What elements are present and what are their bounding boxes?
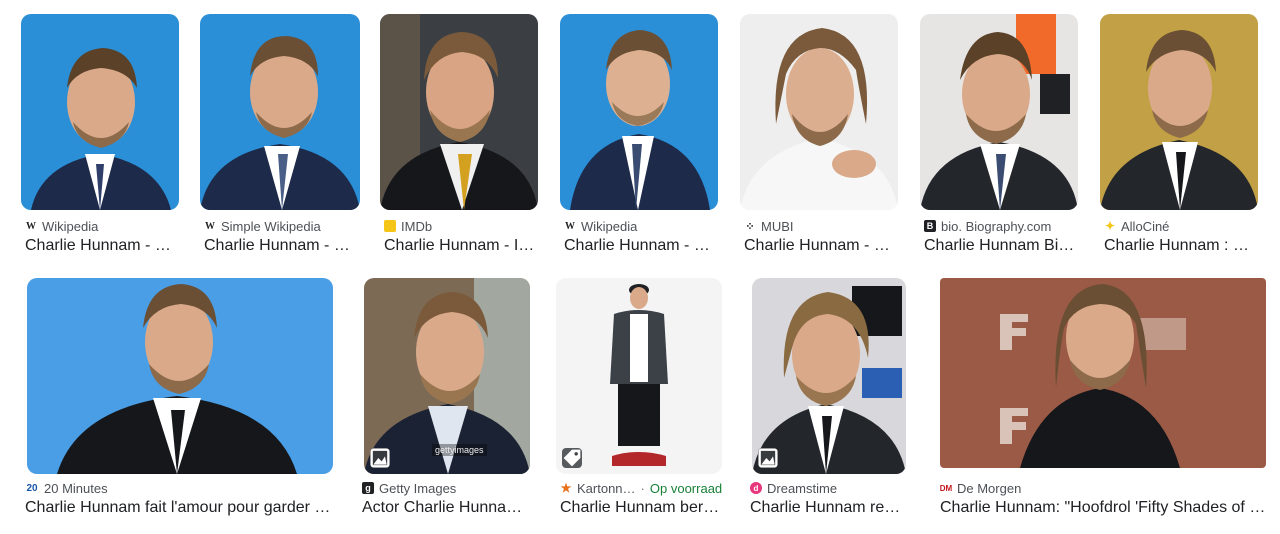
result-title[interactable]: Charlie Hunnam: "Hoofdrol 'Fifty Shades …: [940, 499, 1266, 517]
result-title[interactable]: Charlie Hunnam - I…: [384, 237, 538, 255]
result-source[interactable]: B bio. Biography.com: [924, 218, 1051, 234]
separator: ·: [640, 480, 645, 496]
result-source[interactable]: ★ Kartonn… · Op voorraad: [560, 480, 723, 496]
image-result-card[interactable]: ✦ AlloCiné Charlie Hunnam : S…: [1100, 14, 1260, 259]
stock-status: Op voorraad: [649, 480, 723, 496]
result-thumbnail[interactable]: [920, 14, 1078, 210]
source-name: bio. Biography.com: [941, 218, 1052, 234]
image-result-card[interactable]: d Dreamstime Charlie Hunnam reda…: [746, 278, 912, 523]
image-result-card[interactable]: IMDb Charlie Hunnam - I…: [380, 14, 540, 259]
source-name: Kartonn…: [577, 480, 636, 496]
imdb-icon: [384, 220, 396, 232]
result-title[interactable]: Charlie Hunnam bero…: [560, 499, 722, 517]
result-title[interactable]: Actor Charlie Hunnam…: [362, 499, 532, 517]
source-name: Simple Wikipedia: [221, 218, 321, 234]
mubi-icon: ⁘: [745, 220, 755, 233]
person-photo: [1100, 14, 1258, 210]
wikipedia-icon: W: [26, 220, 36, 232]
source-name: Dreamstime: [767, 480, 838, 496]
image-icon: [758, 448, 778, 468]
result-thumbnail[interactable]: [21, 14, 179, 210]
result-source[interactable]: W Wikipedia: [564, 218, 637, 234]
image-result-card[interactable]: W Simple Wikipedia Charlie Hunnam - Si…: [200, 14, 362, 259]
kartonnen-icon: ★: [560, 481, 572, 495]
result-source[interactable]: 20 20 Minutes: [25, 480, 108, 496]
result-source[interactable]: IMDb: [384, 218, 432, 234]
result-thumbnail[interactable]: [940, 278, 1266, 468]
result-source[interactable]: W Simple Wikipedia: [204, 218, 321, 234]
result-title[interactable]: Charlie Hunnam - W…: [564, 237, 718, 255]
source-name: Getty Images: [379, 480, 457, 496]
image-result-card[interactable]: 20 20 Minutes Charlie Hunnam fait l'amou…: [21, 278, 337, 523]
biography-icon: B: [924, 220, 936, 232]
getty-watermark: gettyimages: [432, 444, 487, 456]
person-photo: [200, 14, 360, 210]
product-photo: [556, 278, 722, 474]
result-source[interactable]: g Getty Images: [362, 480, 456, 496]
source-name: MUBI: [761, 218, 794, 234]
result-source[interactable]: DM De Morgen: [939, 480, 1022, 496]
source-name: Wikipedia: [42, 218, 99, 234]
source-name: Wikipedia: [581, 218, 638, 234]
wikipedia-icon: W: [205, 220, 215, 232]
result-source[interactable]: ⁘ MUBI: [744, 218, 794, 234]
image-result-card[interactable]: W Wikipedia Charlie Hunnam - W…: [21, 14, 181, 259]
tag-icon: [562, 448, 582, 468]
result-thumbnail[interactable]: [1100, 14, 1258, 210]
result-thumbnail[interactable]: [740, 14, 898, 210]
image-result-card[interactable]: W Wikipedia Charlie Hunnam - W…: [560, 14, 720, 259]
wikipedia-icon: W: [565, 220, 575, 232]
person-photo: [940, 278, 1266, 468]
source-name: IMDb: [401, 218, 433, 234]
result-thumbnail[interactable]: [27, 278, 333, 474]
result-title[interactable]: Charlie Hunnam - Si…: [204, 237, 360, 255]
result-source[interactable]: W Wikipedia: [25, 218, 98, 234]
person-photo: [920, 14, 1078, 210]
image-result-card[interactable]: ★ Kartonn… · Op voorraad Charlie Hunnam …: [556, 278, 726, 523]
person-photo: [27, 278, 333, 474]
image-result-card[interactable]: DM De Morgen Charlie Hunnam: "Hoofdrol '…: [936, 278, 1270, 523]
result-thumbnail[interactable]: gettyimages: [364, 278, 530, 474]
source-name: AlloCiné: [1121, 218, 1170, 234]
demorgen-icon: DM: [939, 483, 953, 493]
result-source[interactable]: d Dreamstime: [750, 480, 837, 496]
person-photo: [21, 14, 179, 210]
result-title[interactable]: Charlie Hunnam fait l'amour pour garder …: [25, 499, 333, 517]
result-title[interactable]: Charlie Hunnam : S…: [1104, 237, 1258, 255]
result-title[interactable]: Charlie Hunnam reda…: [750, 499, 908, 517]
person-photo: [740, 14, 898, 210]
result-thumbnail[interactable]: [560, 14, 718, 210]
result-thumbnail[interactable]: [380, 14, 538, 210]
result-thumbnail[interactable]: [752, 278, 906, 474]
result-thumbnail[interactable]: [200, 14, 360, 210]
source-name: 20 Minutes: [44, 480, 108, 496]
person-photo: [752, 278, 906, 474]
result-thumbnail[interactable]: [556, 278, 722, 474]
result-source[interactable]: ✦ AlloCiné: [1104, 218, 1169, 234]
result-title[interactable]: Charlie Hunnam Bio…: [924, 237, 1078, 255]
result-title[interactable]: Charlie Hunnam - Fi…: [744, 237, 898, 255]
result-title[interactable]: Charlie Hunnam - W…: [25, 237, 179, 255]
20minutes-icon: 20: [26, 482, 38, 494]
image-result-card[interactable]: ⁘ MUBI Charlie Hunnam - Fi…: [740, 14, 900, 259]
person-photo: [380, 14, 538, 210]
source-name: De Morgen: [957, 480, 1022, 496]
allocine-icon: ✦: [1104, 219, 1116, 233]
image-result-card[interactable]: B bio. Biography.com Charlie Hunnam Bio…: [920, 14, 1080, 259]
person-photo: [560, 14, 718, 210]
image-result-card[interactable]: gettyimages g Getty Images Actor Charlie…: [358, 278, 536, 523]
dreamstime-icon: d: [750, 482, 762, 494]
image-icon: [370, 448, 390, 468]
getty-icon: g: [362, 482, 374, 494]
